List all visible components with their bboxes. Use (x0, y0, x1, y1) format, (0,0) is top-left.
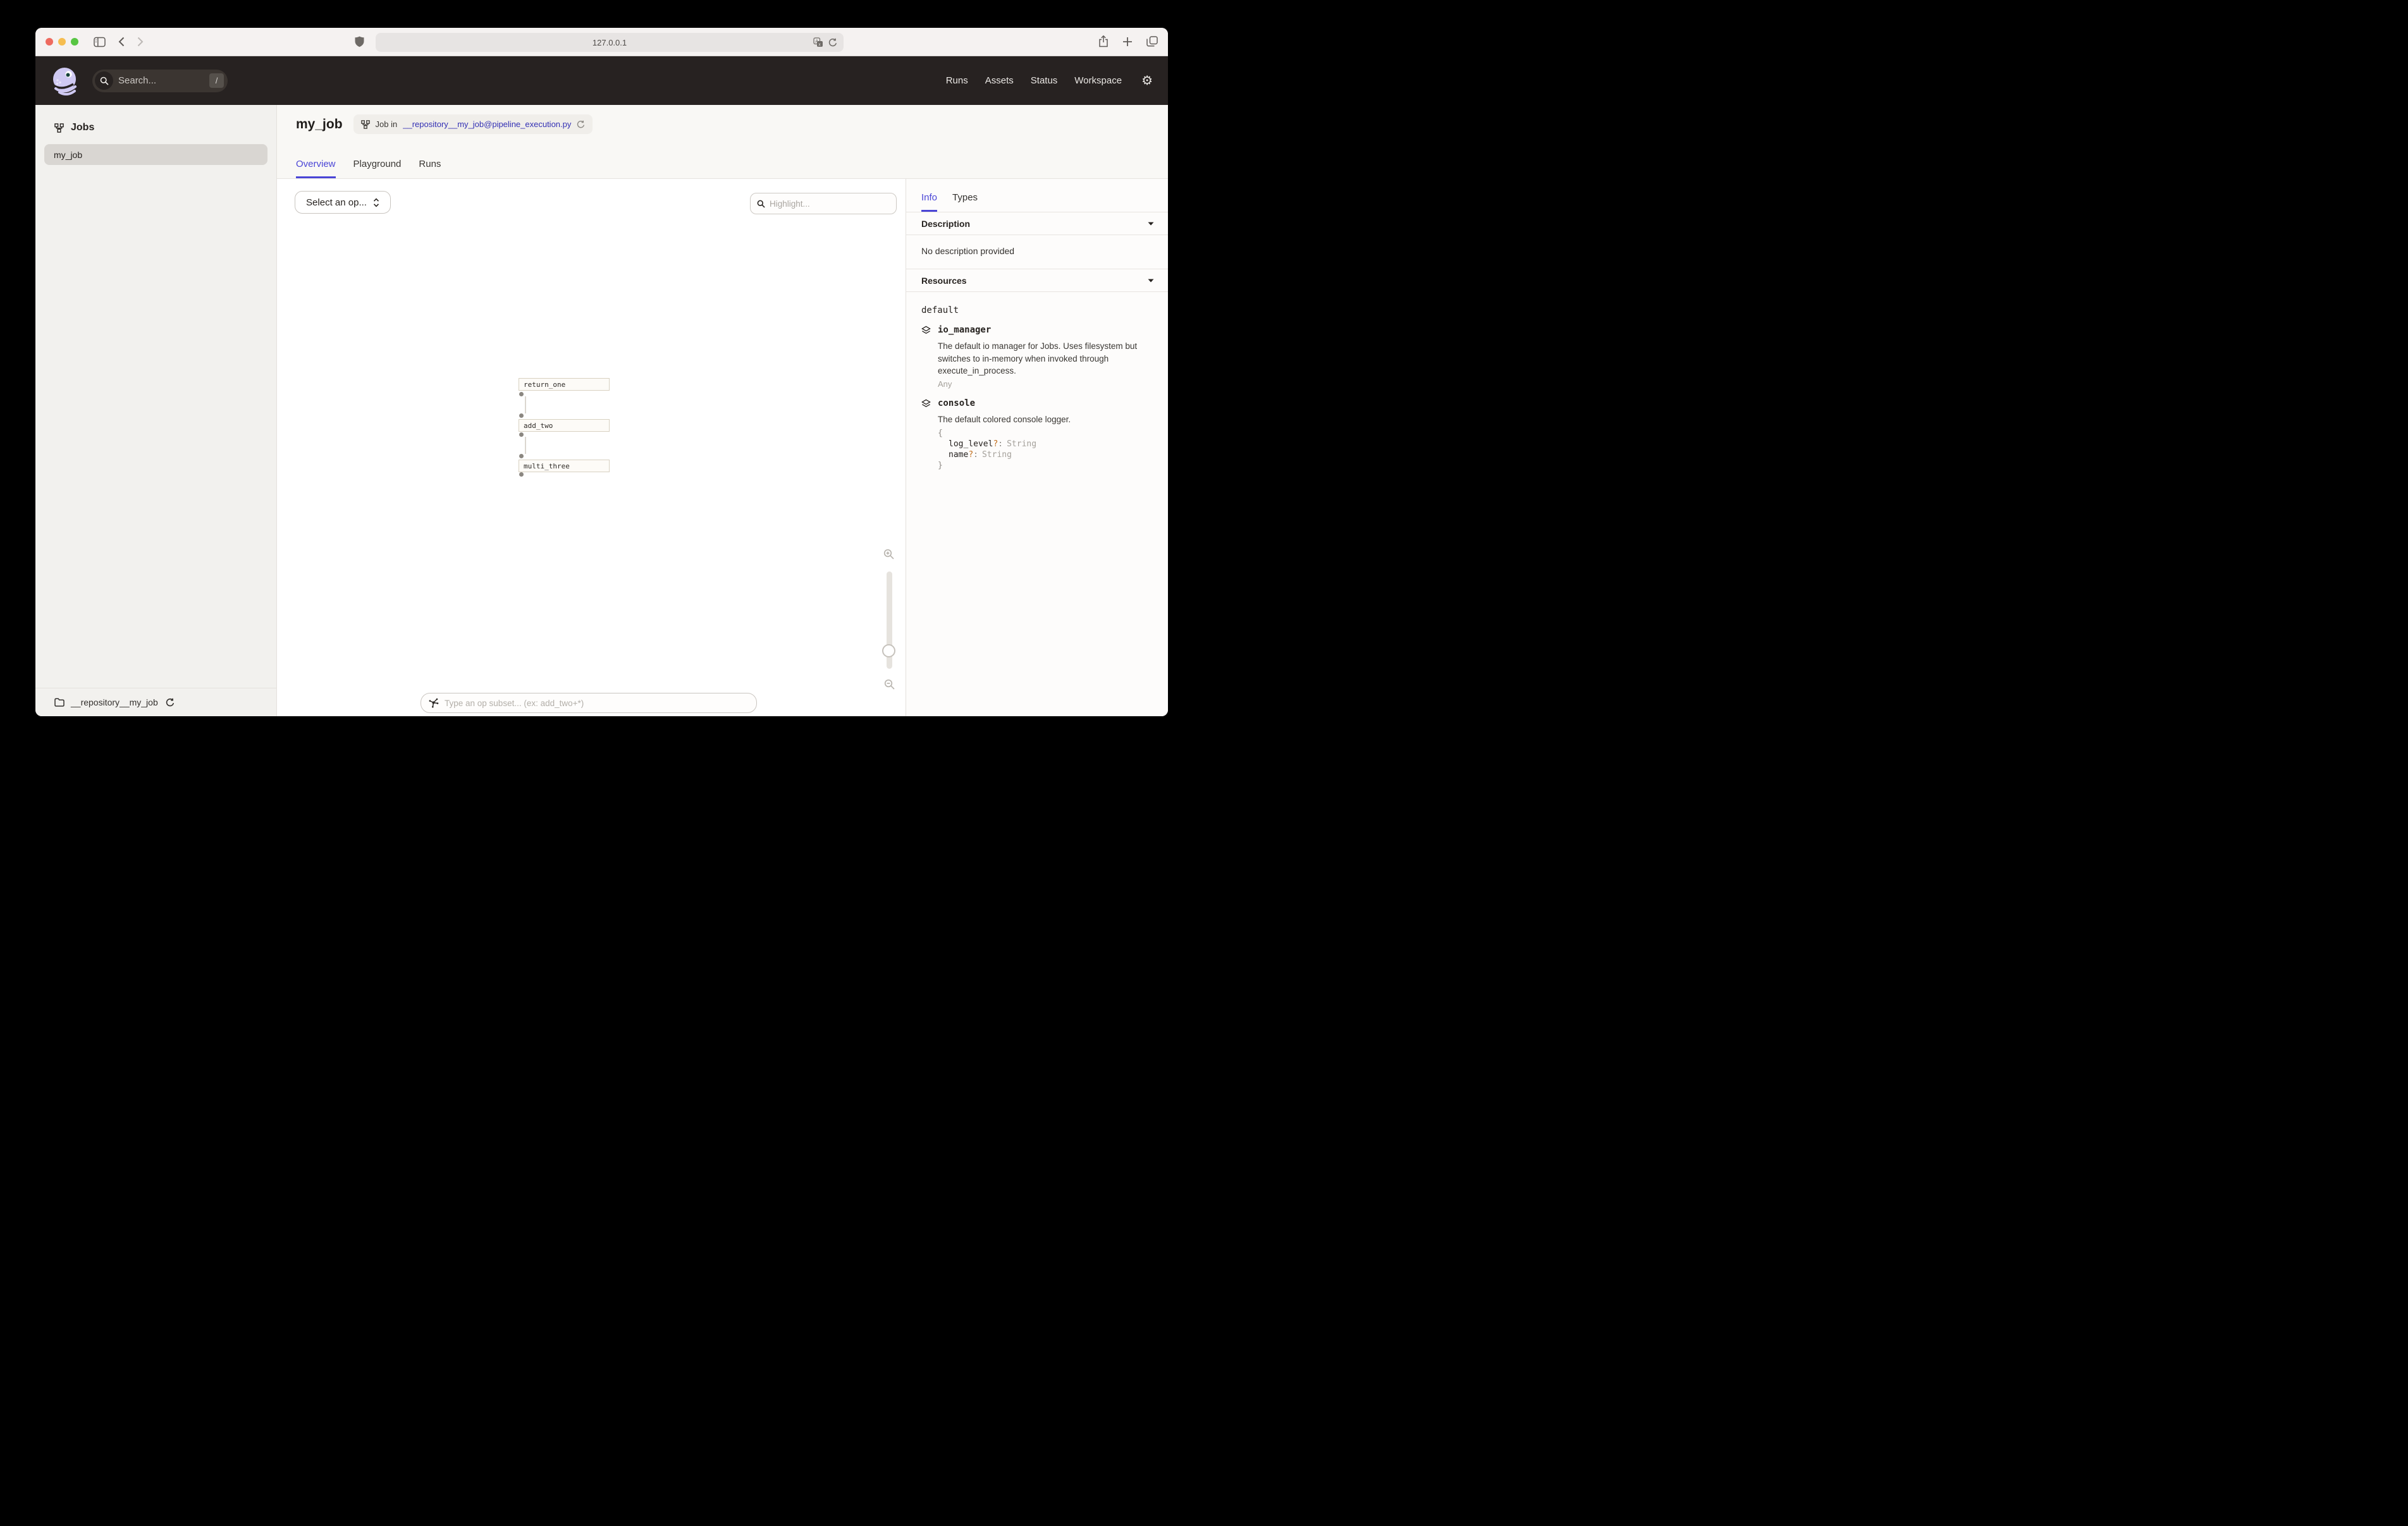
output-port (519, 472, 524, 477)
output-port (519, 432, 524, 437)
dagster-logo[interactable] (51, 66, 80, 95)
job-origin-prefix: Job in (376, 119, 398, 129)
search-input[interactable] (113, 75, 209, 86)
op-graph-icon (429, 698, 439, 708)
global-search[interactable]: / (92, 70, 228, 92)
op-selector-label: Select an op... (306, 197, 367, 208)
edge-line (525, 437, 526, 454)
job-origin-badge: Job in __repository__my_job@pipeline_exe… (353, 114, 593, 134)
browser-toolbar: 127.0.0.1 A x (35, 28, 1168, 56)
resource-icon (921, 399, 931, 408)
schema-field: name?:String (949, 449, 1153, 460)
section-resources[interactable]: Resources (906, 269, 1168, 292)
nav-workspace[interactable]: Workspace (1074, 75, 1122, 86)
sidebar-toggle-icon[interactable] (94, 37, 106, 47)
op-node-return-one[interactable]: return_one (519, 378, 610, 391)
resource-description: The default colored console logger. (938, 413, 1141, 426)
resource-console: console The default colored console logg… (921, 398, 1153, 471)
window-controls (46, 38, 78, 46)
privacy-shield-icon (355, 36, 364, 47)
chevron-down-icon (1148, 279, 1154, 283)
share-icon[interactable] (1098, 35, 1109, 47)
browser-window: 127.0.0.1 A x (35, 28, 1168, 716)
op-graph-canvas[interactable]: Select an op... return_on (277, 179, 906, 716)
job-icon (361, 120, 370, 129)
schema-close-brace: } (938, 460, 1153, 471)
tab-runs[interactable]: Runs (419, 159, 441, 178)
resource-group-name: default (921, 305, 1153, 315)
jobs-icon (54, 123, 64, 133)
sidebar-heading: Jobs (71, 122, 94, 133)
edge-line (525, 396, 526, 413)
new-tab-icon[interactable] (1122, 37, 1133, 47)
main-content: my_job Job in __repository__my_job@pip (277, 105, 1168, 716)
job-header: my_job Job in __repository__my_job@pip (277, 105, 1168, 179)
app-header: / Runs Assets Status Workspace ⚙ (35, 56, 1168, 105)
resource-description: The default io manager for Jobs. Uses fi… (938, 340, 1141, 377)
back-button[interactable] (118, 37, 125, 47)
zoom-out-icon[interactable] (884, 679, 895, 690)
input-port (519, 454, 524, 458)
resource-io-manager: io_manager The default io manager for Jo… (921, 325, 1153, 389)
repository-link[interactable]: __repository__my_job@pipeline_execution.… (403, 119, 571, 129)
main-nav: Runs Assets Status Workspace ⚙ (946, 75, 1153, 87)
resource-name: console (938, 398, 975, 408)
tab-types[interactable]: Types (952, 192, 978, 212)
settings-gear-icon[interactable]: ⚙ (1141, 75, 1153, 87)
reload-icon[interactable] (828, 38, 837, 47)
select-caret-icon (373, 198, 379, 207)
nav-runs[interactable]: Runs (946, 75, 968, 86)
tab-info[interactable]: Info (921, 192, 937, 212)
url-text: 127.0.0.1 (593, 38, 627, 47)
forward-button[interactable] (137, 37, 144, 47)
zoom-in-icon[interactable] (883, 549, 895, 560)
tab-overview[interactable]: Overview (296, 159, 336, 178)
minimize-button[interactable] (58, 38, 66, 46)
sidebar-item-my-job[interactable]: my_job (44, 144, 267, 165)
op-selector-dropdown[interactable]: Select an op... (295, 191, 391, 214)
zoom-slider-thumb[interactable] (882, 644, 895, 657)
nav-assets[interactable]: Assets (985, 75, 1014, 86)
repository-reload-icon[interactable] (166, 698, 175, 707)
page-title: my_job (296, 117, 343, 132)
translate-icon[interactable]: A x (813, 37, 823, 47)
chevron-down-icon (1148, 222, 1154, 226)
op-node-multi-three[interactable]: multi_three (519, 460, 610, 472)
resource-name: io_manager (938, 325, 991, 335)
close-button[interactable] (46, 38, 53, 46)
desktop-background: 127.0.0.1 A x (0, 0, 1204, 763)
config-schema: { log_level?:String name?:String } (938, 428, 1153, 471)
folder-icon (54, 698, 64, 707)
op-node-add-two[interactable]: add_two (519, 419, 610, 432)
zoom-button[interactable] (71, 38, 78, 46)
resource-icon (921, 326, 931, 335)
info-panel: Info Types Description No description pr… (906, 179, 1168, 716)
resource-type: Any (938, 379, 1153, 389)
schema-open-brace: { (938, 428, 1153, 439)
input-port (519, 413, 524, 418)
tab-overview-icon[interactable] (1146, 36, 1158, 47)
description-text: No description provided (906, 235, 1168, 269)
op-subset-filter[interactable] (421, 693, 757, 713)
schema-field: log_level?:String (949, 439, 1153, 449)
badge-reload-icon[interactable] (577, 120, 585, 129)
output-port (519, 392, 524, 396)
panel-tabs: Info Types (906, 179, 1168, 212)
highlight-input[interactable] (770, 199, 890, 209)
highlight-search[interactable] (750, 193, 897, 214)
nav-status[interactable]: Status (1031, 75, 1058, 86)
resources-list: default io_manager (906, 292, 1168, 484)
job-tabs: Overview Playground Runs (296, 159, 441, 178)
section-description[interactable]: Description (906, 212, 1168, 235)
left-sidebar: Jobs my_job __repository__my_job (35, 105, 277, 716)
repository-name: __repository__my_job (71, 697, 158, 707)
search-icon (757, 200, 765, 208)
op-subset-input[interactable] (445, 699, 749, 708)
tab-playground[interactable]: Playground (353, 159, 402, 178)
repository-footer: __repository__my_job (35, 688, 276, 716)
svg-text:x: x (818, 43, 821, 47)
search-shortcut-badge: / (209, 73, 224, 88)
search-icon (95, 71, 113, 90)
address-bar[interactable]: 127.0.0.1 A x (376, 33, 844, 52)
